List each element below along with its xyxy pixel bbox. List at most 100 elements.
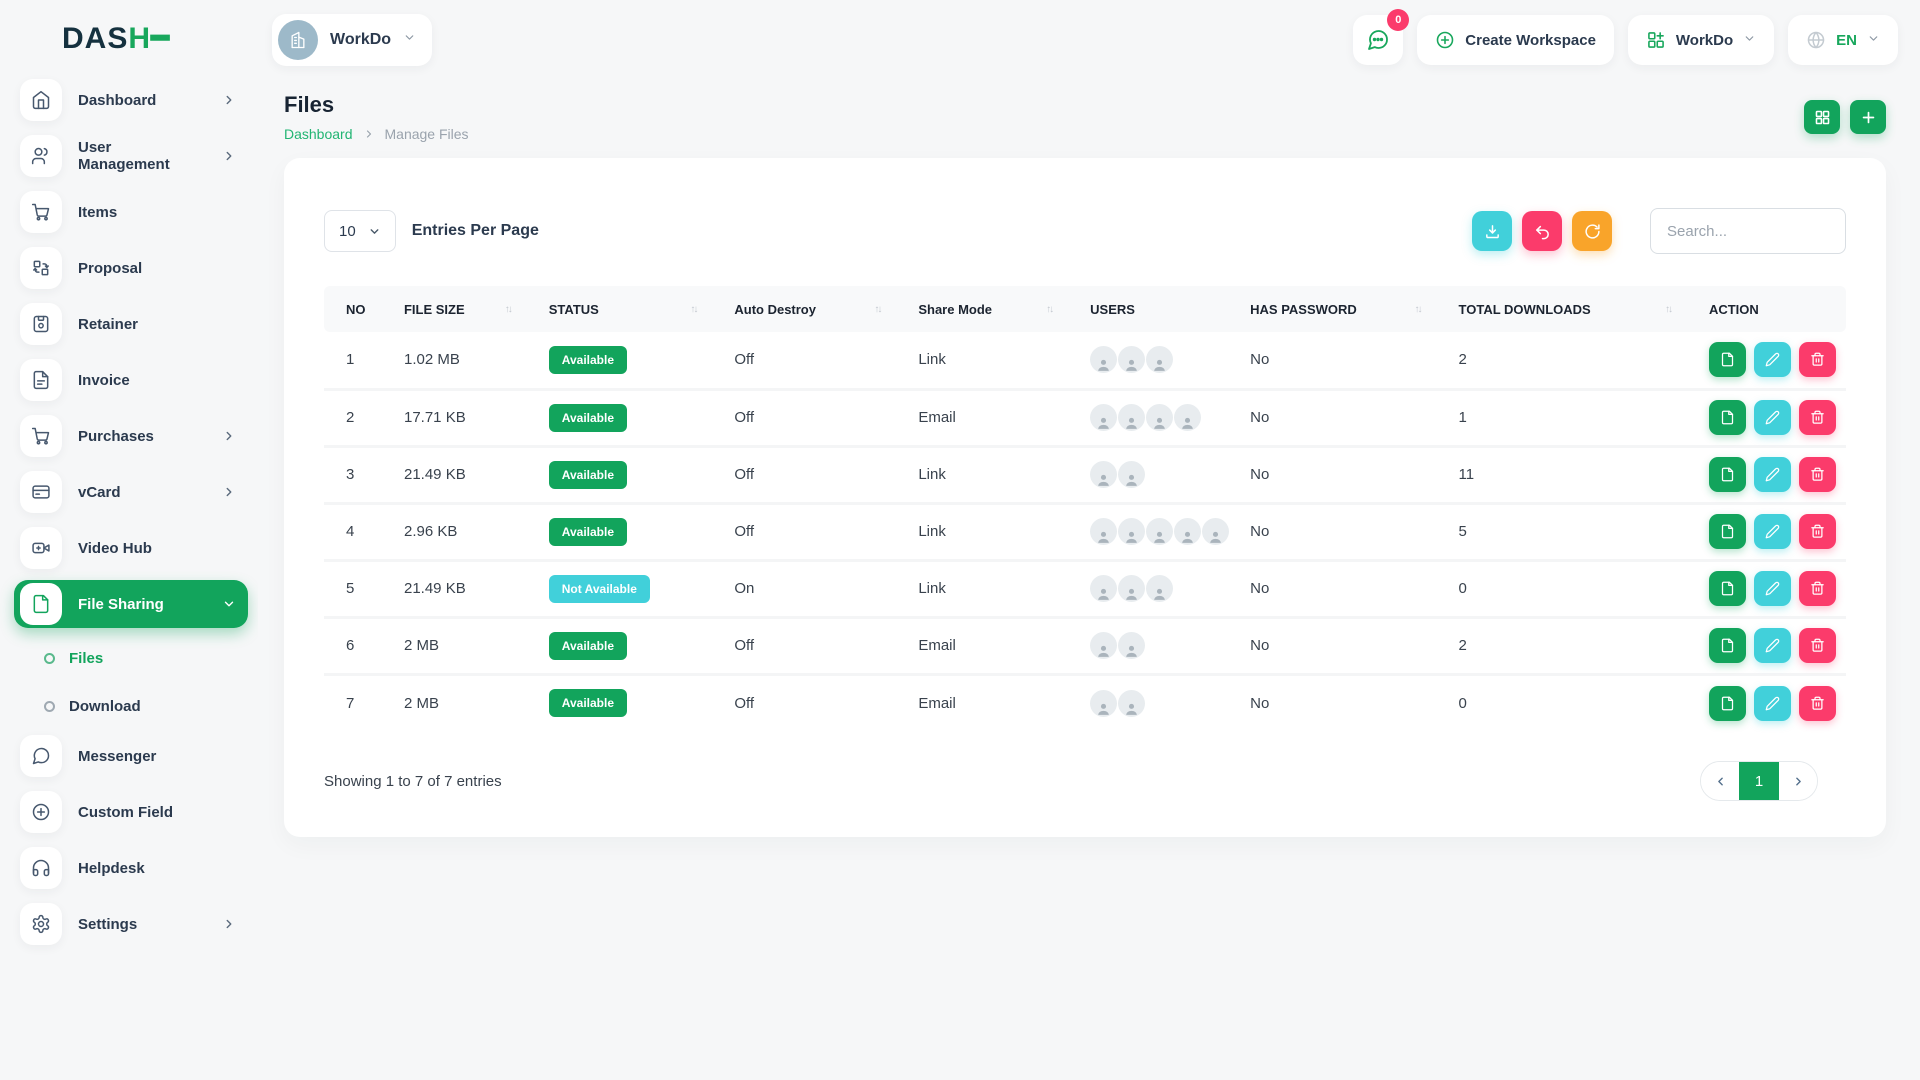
avatar[interactable] (1090, 404, 1117, 431)
avatar[interactable] (1202, 518, 1229, 545)
sidebar-item-custom-field[interactable]: Custom Field (14, 788, 248, 836)
sidebar-item-file-sharing[interactable]: File Sharing (14, 580, 248, 628)
column-header-total-downloads[interactable]: TOTAL DOWNLOADS↑↓ (1449, 286, 1699, 332)
sidebar-item-helpdesk[interactable]: Helpdesk (14, 844, 248, 892)
sort-icon[interactable]: ↑↓ (1665, 304, 1671, 315)
file-action-button[interactable] (1709, 514, 1746, 549)
sort-icon[interactable]: ↑↓ (874, 304, 880, 315)
refresh-button[interactable] (1572, 211, 1612, 251)
column-header-auto-destroy[interactable]: Auto Destroy↑↓ (724, 286, 908, 332)
language-selector[interactable]: EN (1788, 15, 1898, 65)
page-header: Files Dashboard Manage Files (272, 92, 1898, 142)
breadcrumb-dashboard-link[interactable]: Dashboard (284, 126, 353, 142)
grid-view-button[interactable] (1804, 100, 1840, 134)
sidebar-item-items[interactable]: Items (14, 188, 248, 236)
file-action-button[interactable] (1709, 457, 1746, 492)
file-action-button[interactable] (1709, 400, 1746, 435)
cell-total-downloads: 2 (1449, 617, 1699, 674)
avatar[interactable] (1146, 404, 1173, 431)
avatar[interactable] (1118, 632, 1145, 659)
chevron-right-icon (222, 93, 236, 107)
sidebar-item-user-management[interactable]: User Management (14, 132, 248, 180)
delete-action-button[interactable] (1799, 628, 1836, 663)
edit-action-button[interactable] (1754, 514, 1791, 549)
avatar[interactable] (1090, 518, 1117, 545)
avatar[interactable] (1118, 404, 1145, 431)
user-avatars (1090, 461, 1230, 488)
sidebar-subitem-download[interactable]: Download (14, 684, 248, 728)
page-number-button[interactable]: 1 (1739, 761, 1779, 801)
avatar[interactable] (1174, 404, 1201, 431)
avatar[interactable] (1090, 461, 1117, 488)
sidebar-item-settings[interactable]: Settings (14, 900, 248, 948)
cell-no: 2 (324, 389, 394, 446)
workspace-selector[interactable]: WorkDo (272, 14, 432, 66)
avatar[interactable] (1090, 575, 1117, 602)
column-header-share-mode[interactable]: Share Mode↑↓ (908, 286, 1080, 332)
delete-action-button[interactable] (1799, 514, 1836, 549)
create-workspace-button[interactable]: Create Workspace (1417, 15, 1614, 65)
file-icon (1720, 352, 1735, 367)
avatar[interactable] (1174, 518, 1201, 545)
delete-action-button[interactable] (1799, 571, 1836, 606)
avatar[interactable] (1146, 346, 1173, 373)
cell-share-mode: Email (908, 389, 1080, 446)
sidebar-subitem-files[interactable]: Files (14, 636, 248, 680)
sort-icon[interactable]: ↑↓ (1046, 304, 1052, 315)
undo-button[interactable] (1522, 211, 1562, 251)
add-file-button[interactable] (1850, 100, 1886, 134)
card-icon (20, 471, 62, 513)
avatar[interactable] (1090, 632, 1117, 659)
chat-bubble-icon (1366, 28, 1390, 52)
edit-action-button[interactable] (1754, 628, 1791, 663)
avatar[interactable] (1118, 346, 1145, 373)
entries-per-page-select[interactable]: 10 (324, 210, 396, 252)
file-action-button[interactable] (1709, 571, 1746, 606)
plus-circle-icon (20, 791, 62, 833)
avatar[interactable] (1118, 461, 1145, 488)
delete-action-button[interactable] (1799, 342, 1836, 377)
sort-icon[interactable]: ↑↓ (1415, 304, 1421, 315)
messages-button[interactable]: 0 (1353, 15, 1403, 65)
edit-action-button[interactable] (1754, 571, 1791, 606)
file-action-button[interactable] (1709, 628, 1746, 663)
column-header-status[interactable]: STATUS↑↓ (539, 286, 725, 332)
edit-action-button[interactable] (1754, 457, 1791, 492)
edit-action-button[interactable] (1754, 686, 1791, 721)
cell-total-downloads: 2 (1449, 332, 1699, 389)
avatar[interactable] (1118, 518, 1145, 545)
avatar[interactable] (1090, 346, 1117, 373)
search-input[interactable] (1650, 208, 1846, 254)
avatar[interactable] (1118, 690, 1145, 717)
sidebar-item-invoice[interactable]: Invoice (14, 356, 248, 404)
sidebar-item-vcard[interactable]: vCard (14, 468, 248, 516)
avatar[interactable] (1146, 518, 1173, 545)
sort-icon[interactable]: ↑↓ (505, 304, 511, 315)
avatar[interactable] (1118, 575, 1145, 602)
edit-action-button[interactable] (1754, 400, 1791, 435)
app-logo[interactable]: DASH━ (14, 14, 248, 62)
next-page-button[interactable] (1779, 761, 1817, 801)
previous-page-button[interactable] (1701, 761, 1739, 801)
delete-action-button[interactable] (1799, 686, 1836, 721)
export-button[interactable] (1472, 211, 1512, 251)
file-action-button[interactable] (1709, 342, 1746, 377)
sidebar-item-retainer[interactable]: Retainer (14, 300, 248, 348)
delete-action-button[interactable] (1799, 400, 1836, 435)
edit-action-button[interactable] (1754, 342, 1791, 377)
file-action-button[interactable] (1709, 686, 1746, 721)
sidebar-item-proposal[interactable]: Proposal (14, 244, 248, 292)
column-header-file-size[interactable]: FILE SIZE↑↓ (394, 286, 539, 332)
sidebar-item-video-hub[interactable]: Video Hub (14, 524, 248, 572)
sort-icon[interactable]: ↑↓ (690, 304, 696, 315)
sidebar-item-messenger[interactable]: Messenger (14, 732, 248, 780)
row-actions (1709, 686, 1836, 721)
avatar[interactable] (1090, 690, 1117, 717)
delete-action-button[interactable] (1799, 457, 1836, 492)
cell-users (1080, 674, 1240, 731)
sidebar-item-dashboard[interactable]: Dashboard (14, 76, 248, 124)
column-header-has-password[interactable]: HAS PASSWORD↑↓ (1240, 286, 1448, 332)
workdo-menu-button[interactable]: WorkDo (1628, 15, 1774, 65)
sidebar-item-purchases[interactable]: Purchases (14, 412, 248, 460)
avatar[interactable] (1146, 575, 1173, 602)
